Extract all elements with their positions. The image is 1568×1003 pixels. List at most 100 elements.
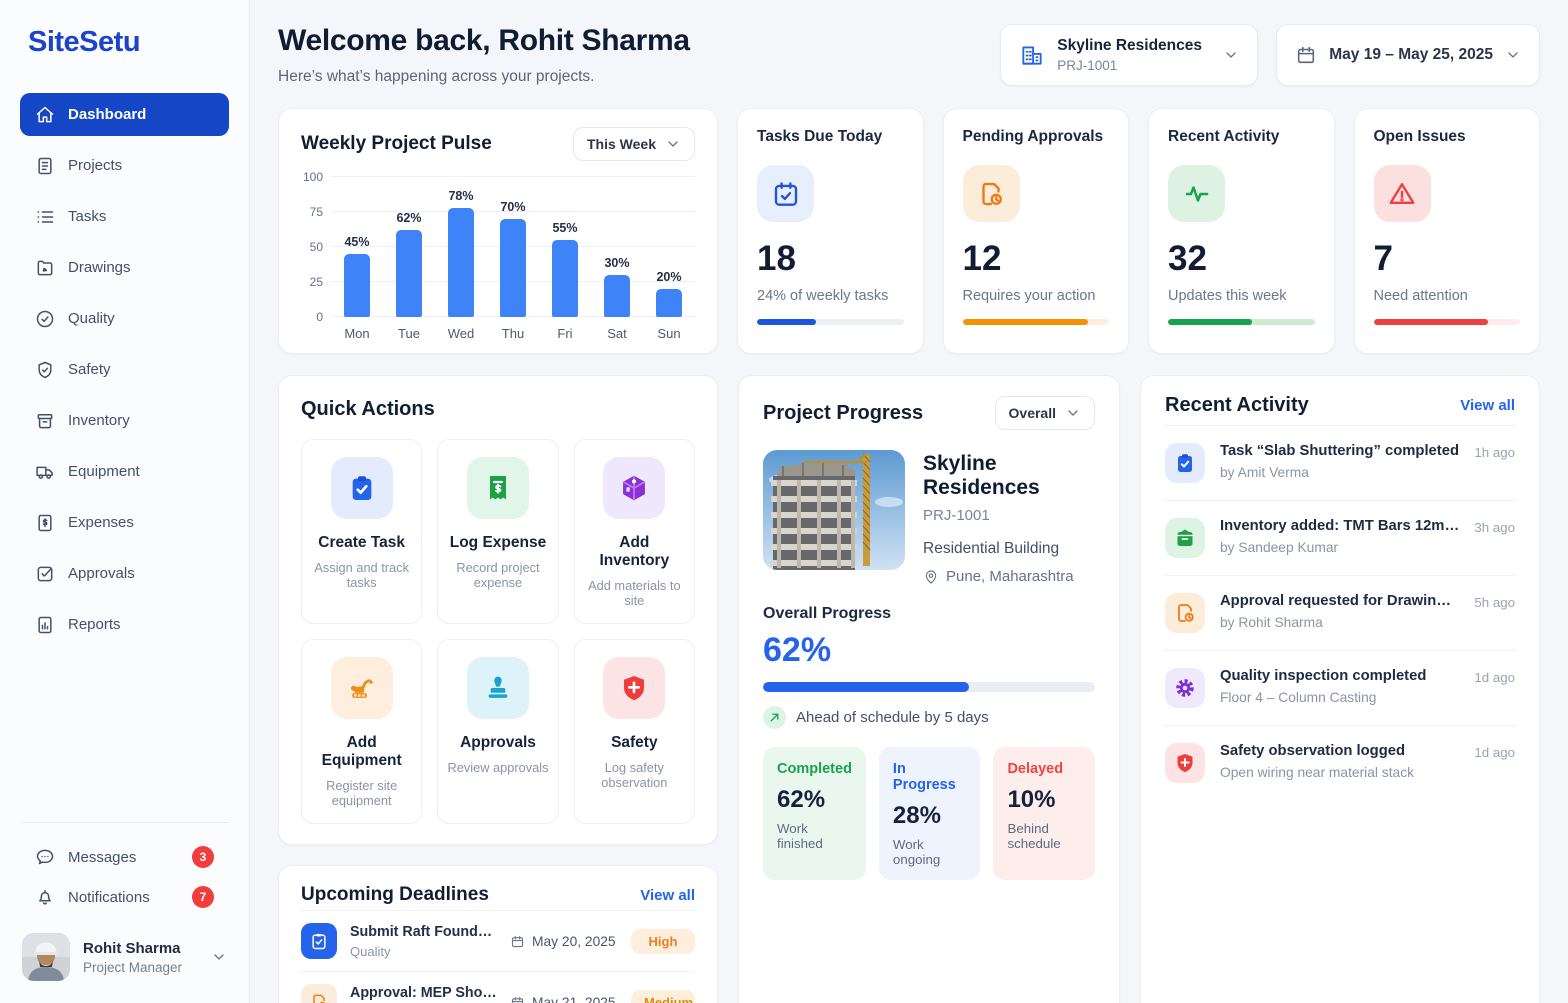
quality-gear-icon	[1165, 668, 1205, 708]
chevron-down-icon	[665, 136, 681, 152]
deadline-row[interactable]: Submit Raft Foundation Inspection Report…	[301, 910, 695, 971]
chart-bar-column: 20%	[643, 177, 695, 317]
calendar-icon	[510, 995, 525, 1003]
chart-bar	[396, 230, 422, 317]
chart-x-tick: Sun	[643, 326, 695, 341]
quick-action-approvals[interactable]: Approvals Review approvals	[437, 639, 558, 824]
building-icon	[1019, 42, 1045, 68]
quick-action-safety[interactable]: Safety Log safety observation	[574, 639, 695, 824]
stat-progress-track	[1374, 319, 1521, 325]
sidebar-item-dashboard[interactable]: Dashboard	[20, 93, 229, 136]
sidebar-item-notifications[interactable]: Notifications 7	[20, 877, 229, 917]
progress-stat-value: 10%	[1007, 786, 1081, 814]
user-name: Rohit Sharma	[83, 940, 182, 957]
doc-clock-icon	[1165, 593, 1205, 633]
chart-bar	[344, 254, 370, 317]
calendar-icon	[1295, 44, 1317, 66]
circle-check-icon	[35, 309, 55, 329]
stat-progress-track	[757, 319, 904, 325]
stat-progress-fill	[1374, 319, 1488, 325]
sidebar-item-safety[interactable]: Safety	[20, 348, 229, 391]
chart-y-tick: 75	[310, 205, 323, 219]
sidebar-item-equipment[interactable]: Equipment	[20, 450, 229, 493]
project-type: Residential Building	[923, 540, 1095, 558]
overall-progress-fill	[763, 682, 969, 692]
stat-progress-fill	[963, 319, 1089, 325]
stat-progress-fill	[1168, 319, 1252, 325]
sidebar-item-label: Expenses	[68, 514, 134, 531]
chart-bar-value-label: 55%	[552, 221, 577, 235]
sidebar-item-label: Safety	[68, 361, 111, 378]
sidebar-item-projects[interactable]: Projects	[20, 144, 229, 187]
quick-action-caption: Register site equipment	[310, 778, 413, 808]
project-selector[interactable]: Skyline Residences PRJ-1001	[1000, 24, 1258, 86]
doc-clock-icon	[301, 984, 337, 1003]
recent-activity-title: Recent Activity	[1165, 394, 1309, 417]
chart-x-tick: Thu	[487, 326, 539, 341]
progress-stat-label: In Progress	[893, 761, 967, 793]
chart-bar-column: 70%	[487, 177, 539, 317]
user-profile[interactable]: Rohit Sharma Project Manager	[20, 929, 229, 985]
overall-progress-percent: 62%	[763, 631, 1095, 670]
activity-view-all-link[interactable]: View all	[1460, 397, 1515, 414]
overall-progress-label: Overall Progress	[763, 605, 1095, 623]
home-icon	[35, 105, 55, 125]
quick-action-add-inventory[interactable]: Add Inventory Add materials to site	[574, 439, 695, 624]
activity-row[interactable]: Inventory added: TMT Bars 12mm – 2.5 MT …	[1165, 500, 1515, 575]
activity-row[interactable]: Safety observation logged Open wiring ne…	[1165, 725, 1515, 800]
sidebar: SiteSetu Dashboard Projects Tasks Drawin…	[0, 0, 250, 1003]
box-icon	[35, 411, 55, 431]
sidebar-item-label: Inventory	[68, 412, 130, 429]
sidebar-item-drawings[interactable]: Drawings	[20, 246, 229, 289]
stamp-icon	[467, 657, 529, 719]
activity-subtitle: by Sandeep Kumar	[1220, 540, 1459, 555]
chevron-down-icon	[1223, 47, 1239, 63]
chart-bar-value-label: 62%	[396, 211, 421, 225]
quick-action-label: Add Inventory	[583, 534, 686, 570]
sidebar-nav: Dashboard Projects Tasks Drawings Qualit…	[20, 93, 229, 646]
deadlines-title: Upcoming Deadlines	[301, 884, 489, 906]
progress-filter-select[interactable]: Overall	[995, 396, 1095, 430]
shield-plus-icon	[1165, 743, 1205, 783]
sidebar-item-quality[interactable]: Quality	[20, 297, 229, 340]
chevron-down-icon	[1065, 405, 1081, 421]
chart-bar	[500, 219, 526, 317]
activity-row[interactable]: Quality inspection completed Floor 4 – C…	[1165, 650, 1515, 725]
chart-range-select[interactable]: This Week	[573, 127, 695, 161]
chart-y-tick: 0	[316, 310, 323, 324]
quick-action-caption: Review approvals	[447, 760, 548, 775]
progress-stat-label: Completed	[777, 761, 852, 777]
sidebar-item-approvals[interactable]: Approvals	[20, 552, 229, 595]
chevron-down-icon	[211, 949, 227, 965]
excavator-icon	[331, 657, 393, 719]
report-chart-icon	[35, 615, 55, 635]
chart-y-tick: 50	[310, 240, 323, 254]
quick-action-caption: Assign and track tasks	[310, 560, 413, 590]
deadlines-view-all-link[interactable]: View all	[640, 887, 695, 904]
date-range-picker[interactable]: May 19 – May 25, 2025	[1276, 24, 1540, 86]
stat-caption: Updates this week	[1168, 288, 1315, 304]
quick-action-log-expense[interactable]: Log Expense Record project expense	[437, 439, 558, 624]
sidebar-item-label: Equipment	[68, 463, 140, 480]
chart-bar-value-label: 30%	[604, 256, 629, 270]
sidebar-item-messages[interactable]: Messages 3	[20, 837, 229, 877]
project-progress-title: Project Progress	[763, 402, 923, 425]
chart-y-tick: 100	[303, 170, 323, 184]
activity-subtitle: Open wiring near material stack	[1220, 765, 1459, 780]
activity-row[interactable]: Approval requested for Drawing A-201 by …	[1165, 575, 1515, 650]
sidebar-item-expenses[interactable]: Expenses	[20, 501, 229, 544]
quick-action-add-equipment[interactable]: Add Equipment Register site equipment	[301, 639, 422, 824]
activity-row[interactable]: Task “Slab Shuttering” completed by Amit…	[1165, 425, 1515, 500]
chart-bar-column: 55%	[539, 177, 591, 317]
sidebar-item-inventory[interactable]: Inventory	[20, 399, 229, 442]
sidebar-item-reports[interactable]: Reports	[20, 603, 229, 646]
sidebar-item-tasks[interactable]: Tasks	[20, 195, 229, 238]
quick-action-create-task[interactable]: Create Task Assign and track tasks	[301, 439, 422, 624]
project-photo	[763, 450, 905, 570]
shield-check-icon	[35, 360, 55, 380]
chart-bar	[656, 289, 682, 317]
stat-caption: 24% of weekly tasks	[757, 288, 904, 304]
project-selector-name: Skyline Residences	[1057, 37, 1202, 55]
deadline-row[interactable]: Approval: MEP Shop Drawings – Level 3 to…	[301, 971, 695, 1003]
bar-chart: 0255075100 45%62%78%70%55%30%20% MonTueW…	[301, 177, 695, 341]
